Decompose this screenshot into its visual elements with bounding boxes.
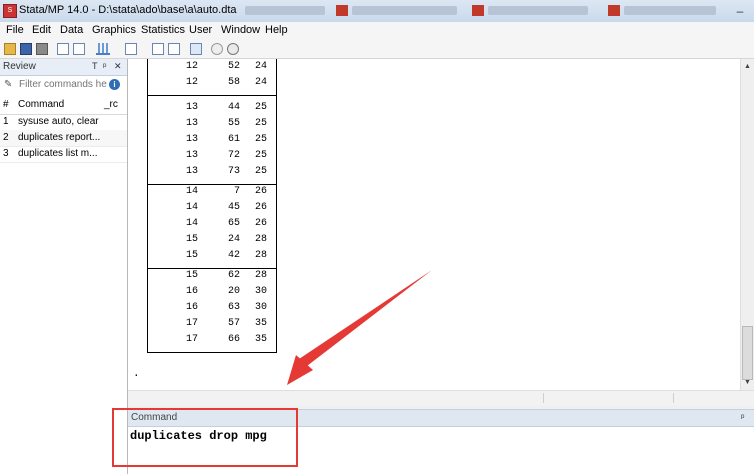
annotation-arrow-icon (287, 270, 432, 385)
